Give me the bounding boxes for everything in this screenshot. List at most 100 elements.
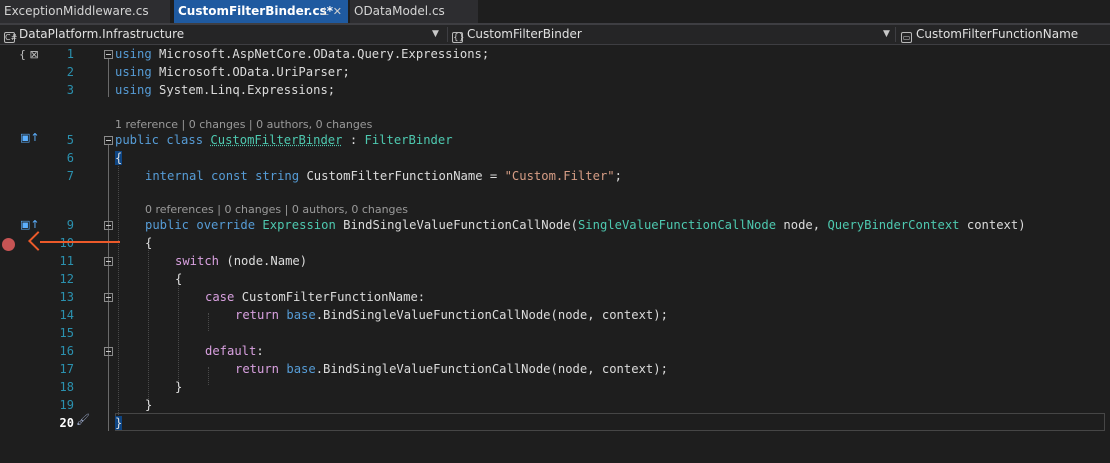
line-number: 17 — [59, 362, 74, 376]
tab-label: CustomFilterBinder.cs* — [178, 4, 334, 18]
tab-label: ODataModel.cs — [354, 4, 445, 18]
namespace-icon: { ⊠ — [19, 48, 39, 61]
code-line: internal const string CustomFilterFuncti… — [145, 167, 622, 185]
code-text: Microsoft.AspNetCore.OData.Query.Express… — [151, 47, 490, 61]
code-editor[interactable]: { ⊠ ▣↑ ▣↑ 🖌 1 2 3 5 6 7 9 10 11 12 13 14… — [0, 45, 1110, 463]
tab-custom-filter-binder[interactable]: CustomFilterBinder.cs* ⊥ ✕ — [174, 0, 348, 23]
code-text: Microsoft.OData.UriParser; — [151, 65, 350, 79]
code-line: using Microsoft.OData.UriParser; — [115, 63, 350, 81]
breakpoint-icon[interactable] — [2, 238, 15, 251]
keyword: internal — [145, 169, 204, 183]
close-brace: } — [145, 398, 153, 412]
open-brace: { — [175, 272, 183, 286]
divider — [895, 27, 896, 42]
indent-guide — [208, 367, 209, 385]
line-number: 14 — [59, 308, 74, 322]
collapse-toggle[interactable] — [104, 347, 113, 356]
keyword: using — [115, 65, 152, 79]
control-keyword: case — [205, 290, 235, 304]
collapse-toggle[interactable] — [104, 257, 113, 266]
code-line: { — [145, 234, 152, 252]
code-text: CustomFilterFunctionName = — [299, 169, 505, 183]
csharp-project-icon: C# — [4, 32, 18, 43]
tab-exception-middleware[interactable]: ExceptionMiddleware.cs — [0, 0, 170, 23]
code-line: } — [145, 396, 152, 414]
code-line: } — [175, 378, 182, 396]
line-number: 3 — [66, 83, 74, 97]
code-text: System.Linq.Expressions; — [151, 83, 336, 97]
code-text: .BindSingleValueFunctionCallNode(node, c… — [315, 308, 668, 322]
tab-label: ExceptionMiddleware.cs — [4, 4, 149, 18]
line-number: 11 — [59, 254, 74, 268]
method-name: BindSingleValueFunctionCallNode( — [335, 218, 578, 232]
code-line: default: — [205, 342, 264, 360]
glyph-margin[interactable]: { ⊠ ▣↑ ▣↑ 🖌 — [0, 45, 90, 463]
line-number: 12 — [59, 272, 74, 286]
code-text: : — [342, 133, 365, 147]
code-text: : — [256, 344, 264, 358]
param-name: node, — [776, 218, 828, 232]
line-number: 19 — [59, 398, 74, 412]
line-number: 7 — [66, 169, 74, 183]
tab-odata-model[interactable]: ODataModel.cs — [350, 0, 478, 23]
code-text: (node.Name) — [219, 254, 308, 268]
collapse-toggle[interactable] — [104, 293, 113, 302]
method-icon[interactable]: ▣↑ — [20, 218, 40, 231]
collapse-toggle[interactable] — [104, 50, 113, 59]
code-lens-class[interactable]: 1 reference | 0 changes | 0 authors, 0 c… — [115, 118, 372, 132]
line-number: 2 — [66, 65, 74, 79]
code-line: return base.BindSingleValueFunctionCallN… — [235, 360, 668, 378]
indent-guide — [178, 281, 179, 385]
code-line: public class CustomFilterBinder : Filter… — [115, 131, 453, 149]
code-text: CustomFilterFunctionName: — [234, 290, 426, 304]
project-dropdown[interactable]: C# DataPlatform.Infrastructure ▼ — [4, 25, 444, 44]
line-number: 9 — [66, 218, 74, 232]
keyword: base — [279, 308, 316, 322]
code-lens-method[interactable]: 0 references | 0 changes | 0 authors, 0 … — [145, 203, 408, 217]
keyword: using — [115, 83, 152, 97]
open-brace: { — [115, 151, 123, 165]
param-name: context) — [959, 218, 1026, 232]
code-line: using System.Linq.Expressions; — [115, 81, 335, 99]
class-name: CustomFilterBinder — [210, 133, 343, 147]
annotation-arrow — [40, 241, 120, 243]
keyword: using — [115, 47, 152, 61]
param-type: SingleValueFunctionCallNode — [577, 218, 777, 232]
code-text: ; — [614, 169, 622, 183]
quick-action-icon[interactable]: 🖌 — [76, 413, 90, 426]
member-dropdown[interactable]: ▭ CustomFilterFunctionName — [901, 25, 1106, 44]
keyword: public — [145, 218, 190, 232]
control-keyword: return — [235, 308, 280, 322]
line-number: 16 — [59, 344, 74, 358]
collapse-toggle[interactable] — [104, 221, 113, 230]
keyword: base — [279, 362, 316, 376]
keyword: public — [115, 133, 160, 147]
class-icon[interactable]: ▣↑ — [20, 131, 40, 144]
keyword: const — [203, 169, 248, 183]
chevron-down-icon: ▼ — [883, 29, 890, 39]
member-name: CustomFilterFunctionName — [916, 27, 1079, 41]
code-line: switch (node.Name) — [175, 252, 307, 270]
param-type: QueryBinderContext — [827, 218, 960, 232]
navigation-bar: C# DataPlatform.Infrastructure ▼ {} Custom… — [0, 25, 1110, 45]
indent-guide — [208, 313, 209, 331]
field-icon: ▭ — [901, 32, 912, 43]
fold-line — [108, 145, 109, 431]
tab-pin-close-icons[interactable]: ⊥ ✕ — [320, 0, 342, 23]
line-number-current: 20 — [59, 416, 74, 430]
line-number: 13 — [59, 290, 74, 304]
code-text: .BindSingleValueFunctionCallNode(node, c… — [315, 362, 668, 376]
namespace-icon: {} — [452, 32, 465, 43]
fold-line — [108, 59, 109, 97]
line-number: 10 — [59, 236, 74, 250]
type-dropdown[interactable]: {} CustomFilterBinder ▼ — [452, 25, 890, 44]
keyword: string — [247, 169, 300, 183]
line-number: 18 — [59, 380, 74, 394]
code-line: public override Expression BindSingleVal… — [145, 216, 1026, 234]
divider — [447, 27, 448, 42]
keyword: class — [159, 133, 211, 147]
string-literal: "Custom.Filter" — [504, 169, 615, 183]
code-area[interactable]: using Microsoft.AspNetCore.OData.Query.E… — [115, 45, 1105, 463]
control-keyword: return — [235, 362, 280, 376]
collapse-toggle[interactable] — [104, 136, 113, 145]
